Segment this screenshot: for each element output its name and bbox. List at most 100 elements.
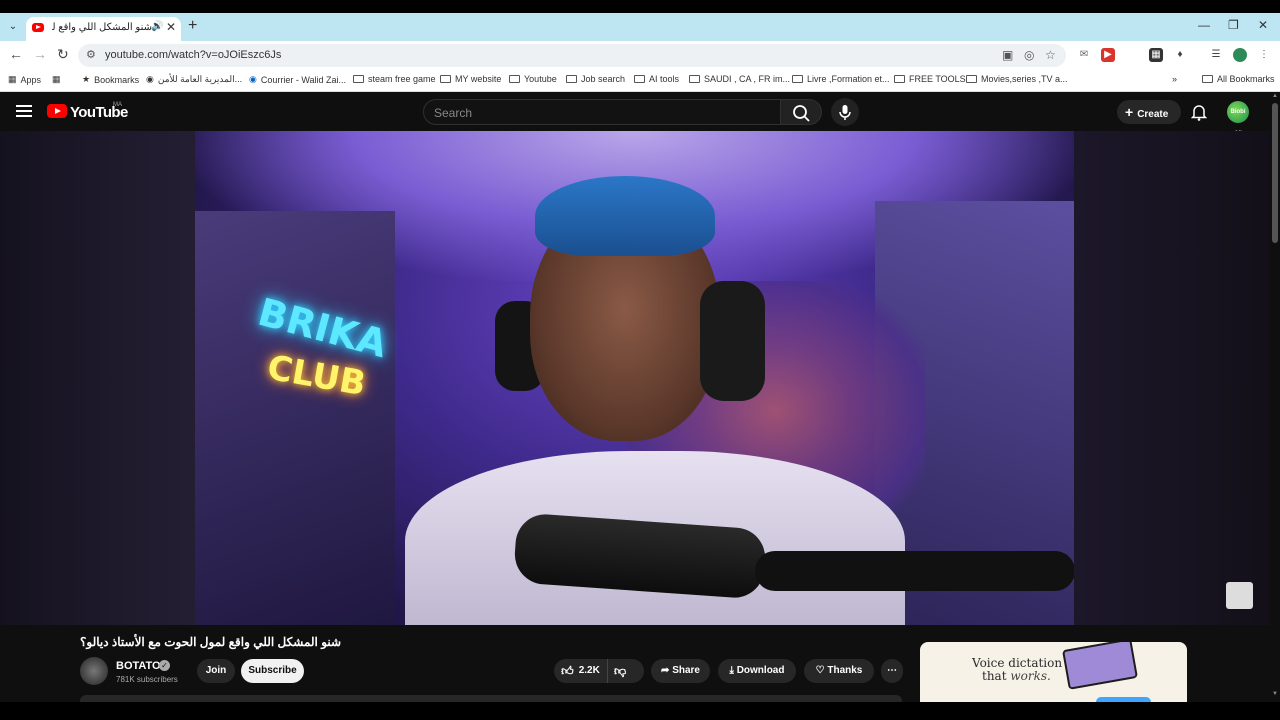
scroll-down-arrow-icon[interactable]: ▼: [1272, 691, 1278, 697]
bookmark-ai-tools[interactable]: AI tools: [634, 74, 679, 84]
forward-icon[interactable]: →: [33, 46, 47, 62]
bookmark-all[interactable]: All Bookmarks: [1202, 74, 1275, 84]
youtube-masthead: YouTube MA Search +Create Biobi All: [0, 93, 1270, 137]
heart-dollar-icon: ♡: [815, 665, 828, 676]
active-tab[interactable]: شنو المشكل اللي واقع لمول 🔊 ✕: [26, 17, 181, 41]
bookmark-star-icon[interactable]: ☆: [1045, 48, 1056, 62]
bookmark-my-website[interactable]: MY website: [440, 74, 501, 84]
notifications-bell-icon[interactable]: [1191, 103, 1207, 121]
bookmark-apps[interactable]: ▦ Apps: [8, 74, 41, 85]
reload-icon[interactable]: ↻: [57, 46, 69, 63]
eye-off-icon[interactable]: ◎: [1024, 48, 1034, 62]
create-label: Create: [1137, 109, 1169, 120]
download-label: Download: [736, 665, 785, 676]
bookmark-steam[interactable]: steam free game: [353, 74, 436, 84]
install-app-icon[interactable]: ▣: [1002, 48, 1013, 62]
bookmark-movies[interactable]: Movies,series ,TV a...: [966, 74, 1068, 84]
media-control-icon[interactable]: ☰: [1209, 48, 1223, 62]
channel-name[interactable]: BOTATO: [116, 660, 161, 672]
scroll-up-arrow-icon[interactable]: ▲: [1272, 93, 1278, 99]
description-box[interactable]: [80, 695, 902, 702]
like-dislike-group: 👍︎ 2.2K 👎︎: [554, 659, 644, 683]
minimize-icon[interactable]: —: [1198, 18, 1210, 32]
apps-grid-icon: ▦: [8, 74, 17, 84]
back-icon[interactable]: ←: [9, 46, 23, 62]
video-left-wall: [195, 211, 395, 625]
youtube-favicon-icon: [32, 23, 44, 32]
site-info-icon[interactable]: ⚙: [86, 48, 96, 61]
miniplayer-thumbnail[interactable]: [1226, 582, 1253, 609]
ad-illustration: [1062, 642, 1138, 690]
search-icon: [793, 105, 810, 122]
extension-icon[interactable]: ▦: [1149, 48, 1163, 62]
like-button[interactable]: 👍︎ 2.2K: [554, 659, 608, 683]
folder-icon: [792, 75, 803, 83]
share-arrow-icon: ➦: [661, 665, 673, 676]
folder-icon: [966, 75, 977, 83]
verified-badge-icon: ✓: [159, 660, 170, 671]
account-avatar[interactable]: Biobi All: [1227, 101, 1249, 137]
thanks-button[interactable]: ♡ Thanks: [804, 659, 874, 683]
mail-extension-icon[interactable]: ✉: [1077, 48, 1091, 62]
create-button[interactable]: + Create: [1117, 100, 1181, 124]
download-button[interactable]: ⤓ Download: [718, 659, 796, 683]
address-bar[interactable]: ⚙ youtube.com/watch?v=oJOiEszc6Js ▣ ◎ ☆: [78, 44, 1066, 67]
tab-close-icon[interactable]: ✕: [166, 20, 176, 34]
bookmarks-bar: ▦ Apps ▦ ★ Bookmarks ◉ المديرية العامة للأم…: [0, 69, 1280, 92]
page-scrollbar[interactable]: ▲ ▼: [1270, 93, 1280, 702]
megaphone-extension-icon[interactable]: ▶: [1101, 48, 1115, 62]
share-label: Share: [672, 665, 700, 676]
subscribe-button[interactable]: Subscribe: [241, 659, 304, 683]
video-title: شنو المشكل اللي واقع لمول الحوت مع الأست…: [80, 635, 342, 649]
bookmark-job-search[interactable]: Job search: [566, 74, 625, 84]
ad-headline-line1: Voice dictation: [972, 656, 1063, 670]
navigation-bar: ← → ↻ ⚙ youtube.com/watch?v=oJOiEszc6Js …: [0, 41, 1280, 69]
bookmark-livre[interactable]: Livre ,Formation et...: [792, 74, 890, 84]
puzzle-extensions-icon[interactable]: ♦: [1173, 48, 1187, 62]
microphone-icon: [839, 105, 851, 120]
search-input[interactable]: Search: [423, 99, 781, 125]
channel-avatar[interactable]: [80, 657, 108, 685]
bookmark-security[interactable]: ◉ المديرية العامة للأمن...: [146, 74, 242, 85]
more-actions-button[interactable]: ⋯: [881, 659, 903, 683]
scrollbar-thumb[interactable]: [1272, 103, 1278, 243]
download-icon: ⤓: [729, 665, 737, 676]
voice-search-button[interactable]: [831, 98, 859, 126]
menu-kebab-icon[interactable]: ⋮: [1257, 48, 1271, 62]
thumbs-up-icon: 👍︎: [561, 664, 574, 678]
restore-icon[interactable]: ❐: [1228, 18, 1239, 32]
folder-icon: [509, 75, 520, 83]
sponsored-ad[interactable]: Voice dictation that works.: [920, 642, 1187, 702]
tab-groups-icon[interactable]: ▦: [52, 74, 61, 85]
youtube-logo-icon[interactable]: [47, 104, 67, 118]
bookmark-free-tools[interactable]: FREE TOOLS: [894, 74, 966, 84]
profile-icon[interactable]: [1233, 48, 1247, 62]
tab-title: شنو المشكل اللي واقع لمول: [52, 22, 152, 33]
subscriber-count: 781K subscribers: [116, 675, 178, 684]
folder-icon: [566, 75, 577, 83]
dislike-button[interactable]: 👎︎: [614, 659, 626, 683]
guide-menu-icon[interactable]: [16, 105, 32, 117]
video-player[interactable]: BRIKA CLUB: [195, 131, 1074, 625]
share-button[interactable]: ➦ Share: [651, 659, 710, 683]
video-person-cap: [535, 176, 715, 256]
bookmark-courrier[interactable]: ◉ Courrier - Walid Zai...: [249, 74, 346, 85]
folder-icon: [1202, 75, 1213, 83]
bookmark-saudi[interactable]: SAUDI , CA , FR im...: [689, 74, 790, 84]
bookmark-bookmarks[interactable]: ★ Bookmarks: [82, 74, 139, 85]
globe-icon: ◉: [146, 74, 154, 84]
bookmark-youtube[interactable]: Youtube: [509, 74, 557, 84]
audio-playing-icon[interactable]: 🔊: [151, 21, 163, 32]
tab-search-chevron-icon[interactable]: ⌄: [4, 18, 22, 36]
folder-icon: [440, 75, 451, 83]
search-button[interactable]: [780, 99, 822, 125]
bottom-edge: [0, 702, 1280, 720]
country-code: MA: [113, 102, 122, 108]
more-bookmarks-chevron-icon[interactable]: »: [1172, 74, 1177, 84]
join-button[interactable]: Join: [197, 659, 235, 683]
thumbs-down-icon: 👎︎: [614, 664, 627, 678]
more-horizontal-icon: ⋯: [887, 665, 897, 676]
url-text[interactable]: youtube.com/watch?v=oJOiEszc6Js: [105, 49, 281, 61]
new-tab-icon[interactable]: +: [188, 17, 197, 35]
window-close-icon[interactable]: ✕: [1258, 18, 1268, 32]
